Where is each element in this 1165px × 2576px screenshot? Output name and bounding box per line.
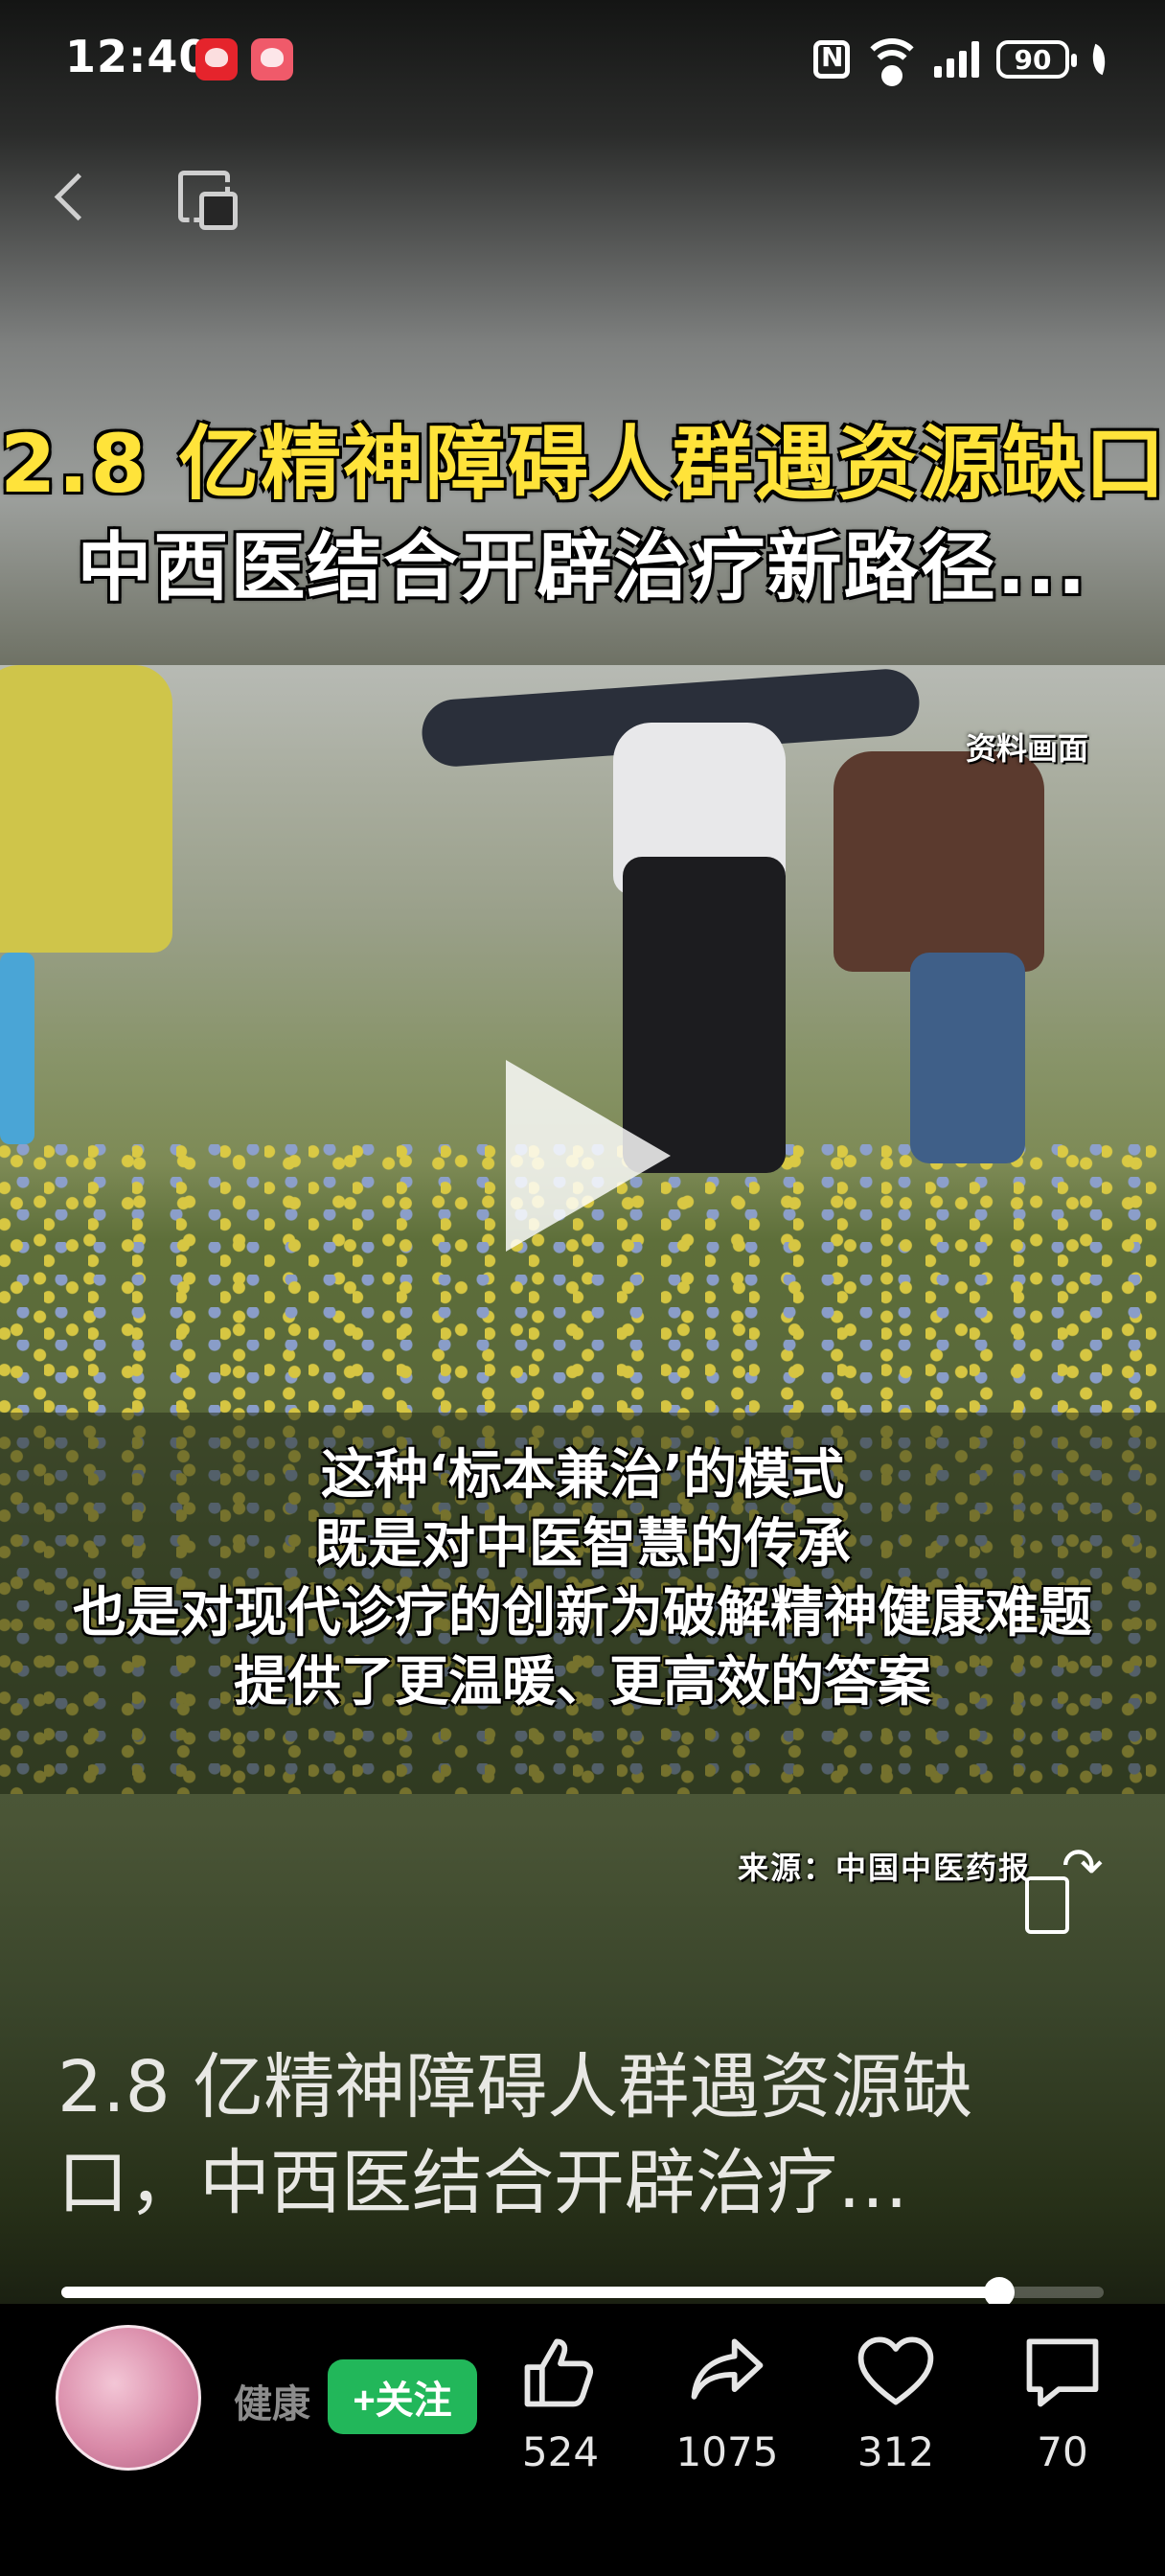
multi-window-icon[interactable] <box>174 167 238 230</box>
headline-line-2: 中西医结合开辟治疗新路径... <box>77 525 1088 611</box>
video-headline: 2.8 亿精神障碍人群遇资源缺口 中西医结合开辟治疗新路径... <box>0 410 1165 619</box>
rotate-screen-icon[interactable] <box>1019 1838 1106 1934</box>
nfc-icon <box>813 40 850 79</box>
comment-count: 70 <box>1037 2428 1088 2475</box>
back-icon[interactable] <box>48 161 105 234</box>
follow-button[interactable]: +关注 <box>328 2359 477 2434</box>
runner-figure <box>834 751 1044 972</box>
runner-figure <box>910 953 1025 1163</box>
author-name[interactable]: 健康 <box>234 2373 310 2428</box>
video-frame[interactable]: 资料画面 这种‘标本兼治’的模式 既是对中医智慧的传承 也是对现代诊疗的创新为破… <box>0 665 1165 1794</box>
progress-fill <box>61 2287 1000 2298</box>
runner-figure <box>0 953 34 1144</box>
share-icon <box>655 2325 799 2417</box>
heart-icon <box>824 2325 968 2417</box>
wifi-icon <box>861 38 923 86</box>
status-bar: 12:40 90 <box>0 0 1165 115</box>
comment-button[interactable]: 70 <box>991 2325 1134 2475</box>
video-player-screen: 12:40 90 2.8 亿精神障碍人群遇资源缺口 中西医结合开辟治疗新路径..… <box>0 0 1165 2576</box>
subtitle-line: 这种‘标本兼治’的模式 <box>320 1444 845 1506</box>
like-button[interactable]: 524 <box>489 2325 632 2475</box>
headline-line-1: 2.8 亿精神障碍人群遇资源缺口 <box>0 417 1165 511</box>
source-credit: 来源：中国中医药报 <box>738 1850 1032 1886</box>
favorite-count: 312 <box>857 2428 935 2475</box>
bottom-action-bar: 健康 +关注 524 1075 312 70 <box>0 2304 1165 2576</box>
share-button[interactable]: 1075 <box>655 2325 799 2475</box>
app-notification-icon <box>251 38 293 80</box>
subtitles: 这种‘标本兼治’的模式 既是对中医智慧的传承 也是对现代诊疗的创新为破解精神健康… <box>0 1441 1165 1717</box>
subtitle-line: 也是对现代诊疗的创新为破解精神健康难题 <box>73 1582 1092 1644</box>
subtitle-line: 提供了更温暖、更高效的答案 <box>234 1651 931 1714</box>
status-icons: 90 <box>813 33 1112 86</box>
runner-figure <box>0 665 172 953</box>
like-count: 524 <box>521 2428 600 2475</box>
battery-icon: 90 <box>996 40 1077 79</box>
avatar[interactable] <box>56 2325 201 2471</box>
share-count: 1075 <box>675 2428 779 2475</box>
subtitle-line: 既是对中医智慧的传承 <box>314 1513 851 1576</box>
app-notification-icon <box>195 38 238 80</box>
post-title[interactable]: 2.8 亿精神障碍人群遇资源缺口，中西医结合开辟治疗… <box>57 2039 1092 2231</box>
power-saving-icon <box>1085 43 1112 76</box>
footage-tag: 资料画面 <box>965 730 1088 767</box>
favorite-button[interactable]: 312 <box>824 2325 968 2475</box>
signal-icon <box>934 41 979 78</box>
comment-icon <box>991 2325 1134 2417</box>
status-time: 12:40 <box>65 31 211 82</box>
like-icon <box>489 2325 632 2417</box>
play-icon[interactable] <box>506 1060 671 1252</box>
progress-bar[interactable] <box>61 2277 1104 2308</box>
